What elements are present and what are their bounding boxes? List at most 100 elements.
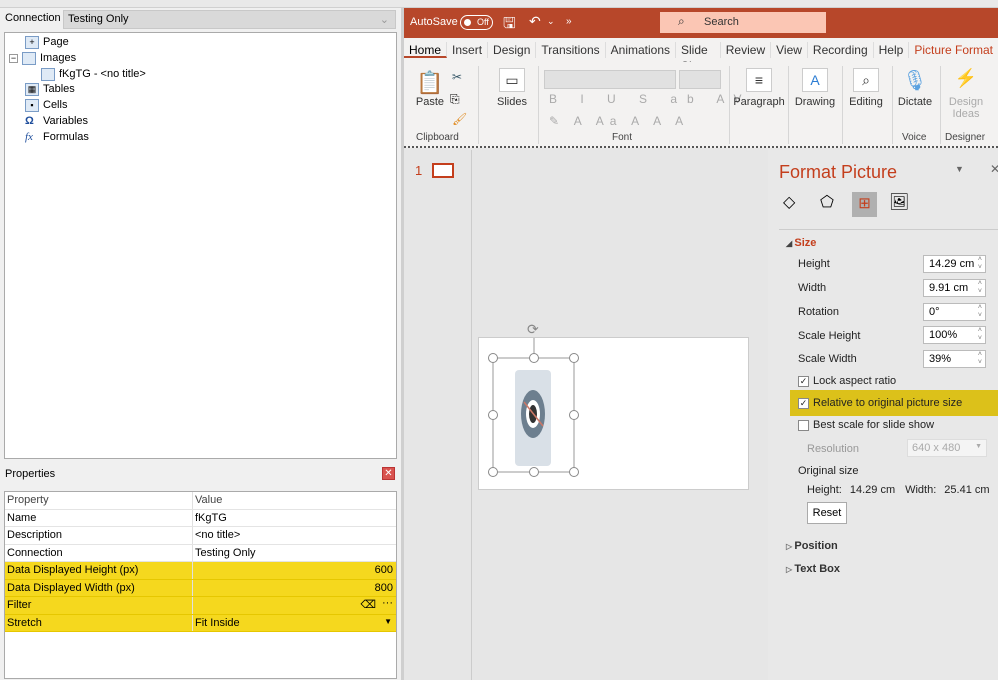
prop-name: Data Displayed Height (px): [5, 562, 193, 579]
find-icon: ⌕: [853, 68, 879, 92]
undo-icon[interactable]: ↶: [529, 13, 541, 30]
table-row[interactable]: Connection Testing Only: [5, 544, 396, 562]
table-icon: ▦: [25, 82, 39, 96]
format-picture-pane: Format Picture ▼ ✕ ◇ ⬠ ⊞ 🖼 ◢ Size Height…: [768, 150, 998, 680]
rotation-input[interactable]: 0° ˄ ˅: [923, 303, 986, 321]
table-row[interactable]: Stretch Fit Inside ▼: [5, 614, 396, 632]
table-row[interactable]: Data Displayed Height (px) 600: [5, 562, 396, 580]
prop-value[interactable]: 800: [193, 580, 396, 597]
slide-canvas[interactable]: ⟳: [478, 321, 750, 491]
selected-picture[interactable]: ⟳: [479, 321, 750, 491]
drawing-icon: A: [802, 68, 828, 92]
connection-select[interactable]: Testing Only ⌄: [63, 10, 396, 29]
font-name-select[interactable]: [544, 70, 676, 89]
tree-label: fKgTG - <no title>: [59, 68, 146, 80]
design-ideas-button[interactable]: ⚡ Design Ideas: [942, 68, 990, 120]
paragraph-button[interactable]: ≡ Paragraph: [732, 68, 786, 108]
drawing-label: Drawing: [794, 96, 836, 108]
tree-item-formulas[interactable]: fx Formulas: [25, 129, 89, 145]
image-icon: [41, 67, 55, 81]
fill-line-icon[interactable]: ◇: [783, 192, 795, 212]
chevron-down-icon[interactable]: ⌄: [547, 16, 555, 27]
prop-value[interactable]: 600: [193, 562, 396, 579]
tab-insert[interactable]: Insert: [447, 42, 489, 58]
table-row[interactable]: Name fKgTG: [5, 509, 396, 527]
reset-button[interactable]: Reset: [807, 502, 847, 524]
tab-animations[interactable]: Animations: [606, 42, 677, 58]
group-clipboard: Clipboard: [416, 132, 459, 143]
stretch-select[interactable]: Fit Inside ▼: [193, 615, 396, 632]
save-icon[interactable]: 🖫: [503, 13, 516, 38]
pane-options-icon[interactable]: ▼: [955, 164, 964, 174]
font-color-icons[interactable]: ✎ A Aa A A A: [549, 114, 689, 128]
dictate-button[interactable]: 🎙 Dictate: [894, 68, 936, 108]
scale-height-input[interactable]: 100% ˄ ˅: [923, 326, 986, 344]
cut-icon[interactable]: ✂: [452, 70, 462, 84]
eraser-icon[interactable]: ⌫: [360, 598, 376, 611]
tab-picture-format[interactable]: Picture Format: [909, 42, 998, 58]
table-row[interactable]: Filter ⌫ ···: [5, 597, 396, 615]
more-commands-icon[interactable]: »: [566, 16, 572, 27]
lock-aspect-label: Lock aspect ratio: [813, 375, 897, 387]
scale-height-value: 100%: [929, 329, 958, 341]
close-pane-icon[interactable]: ✕: [990, 162, 998, 176]
lock-aspect-checkbox[interactable]: ✓ Lock aspect ratio: [798, 375, 896, 387]
copy-icon[interactable]: ⎘: [450, 92, 460, 107]
prop-value[interactable]: <no title>: [193, 527, 396, 544]
editing-button[interactable]: ⌕ Editing: [844, 68, 888, 108]
scale-width-label: Scale Width: [798, 353, 857, 365]
picture-icon[interactable]: 🖼: [889, 192, 909, 212]
size-properties-icon[interactable]: ⊞: [852, 192, 877, 217]
paste-button[interactable]: 📋 Paste: [414, 70, 446, 108]
tab-view[interactable]: View: [771, 42, 808, 58]
font-format-icons[interactable]: B I U S ab AV: [549, 92, 751, 106]
resolution-label: Resolution: [807, 443, 859, 455]
collapse-icon[interactable]: −: [9, 53, 18, 63]
prop-value[interactable]: ⌫ ···: [193, 597, 396, 614]
dropdown-arrow-icon[interactable]: ▼: [384, 617, 392, 626]
search-box[interactable]: ⌕ Search: [660, 12, 826, 33]
textbox-section[interactable]: ▷ Text Box: [786, 563, 840, 575]
tree-item-cells[interactable]: ▪ Cells: [25, 97, 67, 113]
paragraph-icon: ≡: [746, 68, 772, 92]
tree-item-page[interactable]: + Page: [25, 34, 69, 50]
tree-item-images[interactable]: − Images: [9, 50, 76, 66]
best-scale-checkbox[interactable]: Best scale for slide show: [798, 419, 934, 431]
tab-design[interactable]: Design: [488, 42, 537, 58]
tree-item-variables[interactable]: Ω Variables: [25, 113, 88, 129]
slide-thumbnail[interactable]: [432, 163, 454, 178]
width-value: 9.91 cm: [929, 282, 969, 294]
relative-size-checkbox[interactable]: ✓ Relative to original picture size: [798, 397, 962, 409]
dropdown-arrow-icon: ▼: [975, 443, 982, 450]
table-row[interactable]: Description <no title>: [5, 527, 396, 545]
effects-icon[interactable]: ⬠: [820, 192, 834, 212]
autosave-toggle[interactable]: Off: [460, 15, 493, 30]
checkbox-checked-icon: ✓: [798, 397, 809, 409]
resolution-select[interactable]: 640 x 480 ▼: [907, 439, 987, 457]
font-size-select[interactable]: [679, 70, 721, 89]
table-row[interactable]: Data Displayed Width (px) 800: [5, 579, 396, 597]
close-icon[interactable]: ✕: [382, 467, 395, 480]
tab-recording[interactable]: Recording: [808, 42, 874, 58]
prop-value[interactable]: Testing Only: [193, 545, 396, 562]
drawing-button[interactable]: A Drawing: [790, 68, 840, 108]
tab-transitions[interactable]: Transitions: [536, 42, 606, 58]
connection-label: Connection: [5, 12, 61, 24]
ellipsis-button[interactable]: ···: [382, 597, 393, 609]
tab-help[interactable]: Help: [874, 42, 910, 58]
format-painter-icon[interactable]: 🖌: [452, 112, 467, 126]
chevron-down-icon: ⌄: [379, 14, 389, 26]
width-input[interactable]: 9.91 cm ˄ ˅: [923, 279, 986, 297]
tree-item-image[interactable]: fKgTG - <no title>: [41, 66, 146, 82]
tree-label: Cells: [43, 99, 68, 111]
tab-home[interactable]: Home: [404, 42, 448, 58]
prop-value[interactable]: fKgTG: [193, 510, 396, 527]
position-section[interactable]: ▷ Position: [786, 540, 838, 552]
height-input[interactable]: 14.29 cm ˄ ˅: [923, 255, 986, 273]
tab-review[interactable]: Review: [721, 42, 772, 58]
slides-button[interactable]: ▭ Slides: [486, 68, 538, 108]
scale-width-input[interactable]: 39% ˄ ˅: [923, 350, 986, 368]
tree-item-tables[interactable]: ▦ Tables: [25, 81, 75, 97]
tab-slide-show[interactable]: Slide Show: [676, 42, 721, 73]
size-section-header[interactable]: ◢ Size: [786, 237, 816, 249]
